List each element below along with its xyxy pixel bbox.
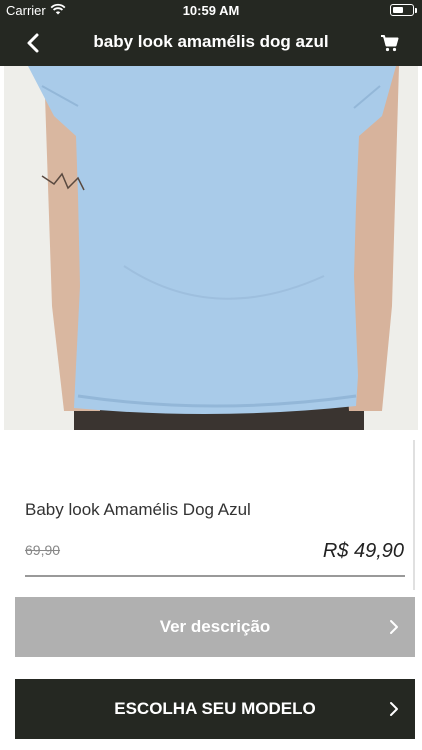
choose-model-label: ESCOLHA SEU MODELO xyxy=(114,699,316,718)
chevron-right-icon xyxy=(390,702,398,716)
status-bar: Carrier 10:59 AM xyxy=(0,0,422,20)
choose-model-button[interactable]: ESCOLHA SEU MODELO xyxy=(15,679,415,739)
scroll-divider xyxy=(413,440,415,590)
chevron-left-icon xyxy=(27,33,39,53)
product-image[interactable] xyxy=(4,66,418,430)
back-button[interactable] xyxy=(22,31,46,55)
chevron-right-icon xyxy=(390,620,398,634)
view-description-label: Ver descrição xyxy=(159,617,271,636)
navigation-bar: baby look amamélis dog azul xyxy=(0,20,422,66)
battery-icon xyxy=(390,4,417,16)
clock: 10:59 AM xyxy=(182,3,240,18)
cart-icon xyxy=(381,35,399,52)
price-divider xyxy=(25,575,405,577)
cart-button[interactable] xyxy=(380,33,400,53)
page-title: baby look amamélis dog azul xyxy=(93,32,329,51)
view-description-button[interactable]: Ver descrição xyxy=(15,597,415,657)
product-name: Baby look Amamélis Dog Azul xyxy=(25,500,251,519)
old-price: 69,90 xyxy=(25,542,61,558)
current-price: R$ 49,90 xyxy=(322,540,404,562)
